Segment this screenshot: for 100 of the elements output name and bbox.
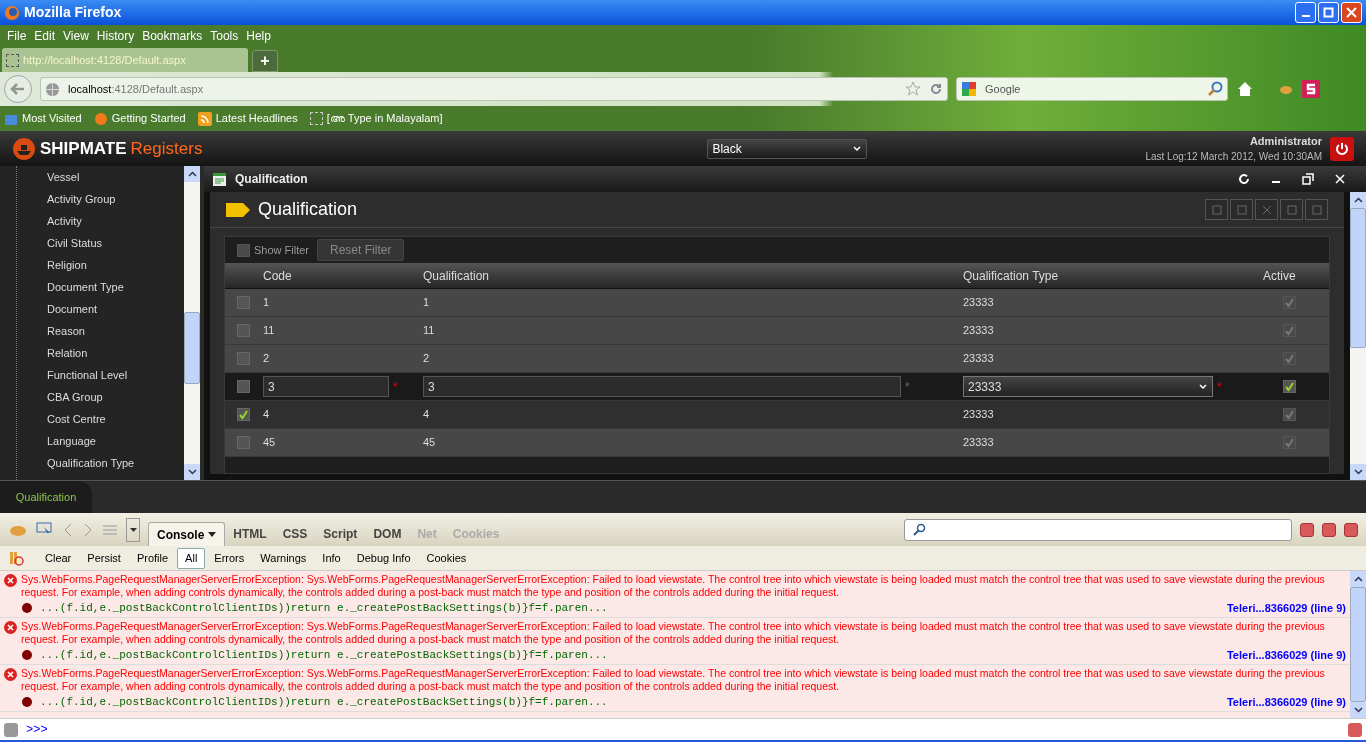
menu-item[interactable]: File bbox=[4, 26, 30, 45]
column-header[interactable]: Qualification Type bbox=[963, 266, 1263, 285]
menu-item[interactable]: Help bbox=[243, 26, 274, 45]
filter-button[interactable]: Warnings bbox=[253, 547, 314, 569]
bookmark-item[interactable]: Getting Started bbox=[93, 110, 186, 127]
search-icon[interactable] bbox=[1207, 81, 1223, 97]
minimize-button[interactable] bbox=[1300, 522, 1314, 537]
sidebar-item[interactable]: CBA Group bbox=[47, 386, 184, 408]
menu-item[interactable]: Bookmarks bbox=[139, 26, 206, 45]
filter-button[interactable]: Errors bbox=[207, 547, 252, 569]
toolbar-button[interactable]: Clear bbox=[38, 549, 79, 567]
filter-button[interactable]: All bbox=[177, 547, 206, 569]
menu-item[interactable]: Tools bbox=[207, 26, 242, 45]
firebug-tab[interactable]: Script bbox=[315, 522, 366, 546]
table-row[interactable]: 2 2 23333 bbox=[225, 345, 1329, 373]
maximize-button[interactable] bbox=[1318, 2, 1339, 23]
menu-item[interactable]: History bbox=[93, 26, 138, 45]
row-checkbox[interactable] bbox=[237, 436, 250, 449]
firebug-search-field[interactable] bbox=[904, 518, 1292, 541]
active-checkbox[interactable] bbox=[1283, 380, 1296, 393]
sidebar-item[interactable]: Relation bbox=[47, 342, 184, 364]
firebug-tab[interactable]: Console bbox=[148, 522, 226, 546]
row-checkbox[interactable] bbox=[237, 296, 250, 309]
sidebar-item[interactable]: Activity bbox=[47, 210, 184, 232]
scroll-thumb[interactable] bbox=[1350, 208, 1366, 348]
column-header[interactable]: Qualification bbox=[423, 266, 963, 285]
bookmark-item[interactable]: [അ Type in Malayalam] bbox=[309, 110, 443, 127]
code-input[interactable]: 3 bbox=[263, 376, 389, 397]
scroll-thumb[interactable] bbox=[184, 312, 200, 384]
row-checkbox[interactable] bbox=[237, 408, 250, 421]
back-icon[interactable] bbox=[62, 522, 74, 537]
show-filter-checkbox[interactable] bbox=[237, 243, 250, 257]
filter-button[interactable]: Cookies bbox=[419, 547, 474, 569]
clear-console-icon[interactable] bbox=[8, 550, 24, 566]
qualification-input[interactable]: 3 bbox=[423, 376, 901, 397]
source-link[interactable]: Teleri...8366029 (line 9) bbox=[1226, 599, 1346, 617]
power-button[interactable] bbox=[1330, 136, 1354, 161]
sidebar-item[interactable]: Vessel bbox=[47, 166, 184, 188]
active-checkbox[interactable] bbox=[1283, 296, 1296, 309]
sidebar-item[interactable]: Reason bbox=[47, 320, 184, 342]
toolbar-button[interactable]: Persist bbox=[80, 549, 128, 567]
star-icon[interactable] bbox=[905, 81, 921, 97]
column-header[interactable]: Code bbox=[263, 266, 423, 285]
table-row[interactable]: 1 1 23333 bbox=[225, 289, 1329, 317]
table-row[interactable]: 45 45 23333 bbox=[225, 429, 1329, 457]
table-row[interactable]: 3 * 3 * 23333 * bbox=[225, 373, 1329, 401]
bookmark-item[interactable]: Most Visited bbox=[4, 110, 82, 127]
panel-menu-button[interactable] bbox=[126, 517, 140, 542]
detach-button[interactable] bbox=[1322, 522, 1336, 537]
firebug-tab[interactable]: CSS bbox=[274, 522, 316, 546]
active-checkbox[interactable] bbox=[1283, 408, 1296, 421]
scroll-down-icon[interactable] bbox=[1350, 702, 1366, 718]
bookmark-item[interactable]: Latest Headlines bbox=[197, 110, 298, 127]
table-row[interactable]: 4 4 23333 bbox=[225, 401, 1329, 429]
scroll-down-icon[interactable] bbox=[184, 464, 200, 480]
scroll-up-icon[interactable] bbox=[184, 166, 200, 182]
active-checkbox[interactable] bbox=[1283, 436, 1296, 449]
table-row[interactable]: 11 11 23333 bbox=[225, 317, 1329, 345]
sidebar-item[interactable]: Civil Status bbox=[47, 232, 184, 254]
active-checkbox[interactable] bbox=[1283, 352, 1296, 365]
new-tab-button[interactable]: + bbox=[252, 50, 278, 72]
sidebar-item[interactable]: Qualification Type bbox=[47, 452, 184, 474]
firebug-tab[interactable]: HTML bbox=[225, 522, 275, 546]
filter-button[interactable]: Info bbox=[315, 547, 348, 569]
source-link[interactable]: Teleri...8366029 (line 9) bbox=[1226, 646, 1346, 664]
scroll-thumb[interactable] bbox=[1350, 587, 1366, 702]
reset-filter-button[interactable]: Reset Filter bbox=[317, 239, 405, 261]
s-logo-icon[interactable] bbox=[1302, 80, 1320, 98]
theme-select[interactable]: Black bbox=[707, 138, 868, 159]
delete-icon[interactable] bbox=[1255, 199, 1278, 220]
scroll-up-icon[interactable] bbox=[1350, 192, 1366, 208]
sidebar-item[interactable]: Document Type bbox=[47, 276, 184, 298]
sidebar-item[interactable]: Cost Centre bbox=[47, 408, 184, 430]
forward-icon[interactable] bbox=[82, 522, 94, 537]
sidebar-item[interactable]: Language bbox=[47, 430, 184, 452]
type-select[interactable]: 23333 bbox=[963, 376, 1213, 397]
filter-button[interactable]: Debug Info bbox=[349, 547, 418, 569]
home-icon[interactable] bbox=[1236, 80, 1254, 98]
toolbar-button[interactable]: Profile bbox=[129, 549, 176, 567]
column-header[interactable]: Active bbox=[1263, 266, 1296, 285]
menu-item[interactable]: Edit bbox=[31, 26, 59, 45]
scroll-up-icon[interactable] bbox=[1350, 571, 1366, 587]
sidebar-item[interactable]: Activity Group bbox=[47, 188, 184, 210]
row-checkbox[interactable] bbox=[237, 380, 250, 393]
menu-icon[interactable] bbox=[102, 523, 118, 536]
row-checkbox[interactable] bbox=[237, 352, 250, 365]
restore-icon[interactable] bbox=[1302, 173, 1314, 185]
reload-icon[interactable] bbox=[929, 82, 943, 96]
address-bar[interactable]: localhost:4128/Default.aspx bbox=[40, 77, 948, 101]
close-button[interactable] bbox=[1344, 522, 1358, 537]
source-link[interactable]: Teleri...8366029 (line 9) bbox=[1226, 693, 1346, 711]
menu-item[interactable]: View bbox=[60, 26, 92, 45]
scroll-down-icon[interactable] bbox=[1350, 464, 1366, 480]
back-button[interactable] bbox=[4, 75, 32, 103]
firebug-tab[interactable]: DOM bbox=[365, 522, 410, 546]
sidebar-item[interactable]: Functional Level bbox=[47, 364, 184, 386]
close-icon[interactable] bbox=[1334, 173, 1346, 185]
search-field[interactable]: Google bbox=[956, 77, 1228, 101]
active-checkbox[interactable] bbox=[1283, 324, 1296, 337]
refresh-icon[interactable] bbox=[1238, 173, 1250, 185]
